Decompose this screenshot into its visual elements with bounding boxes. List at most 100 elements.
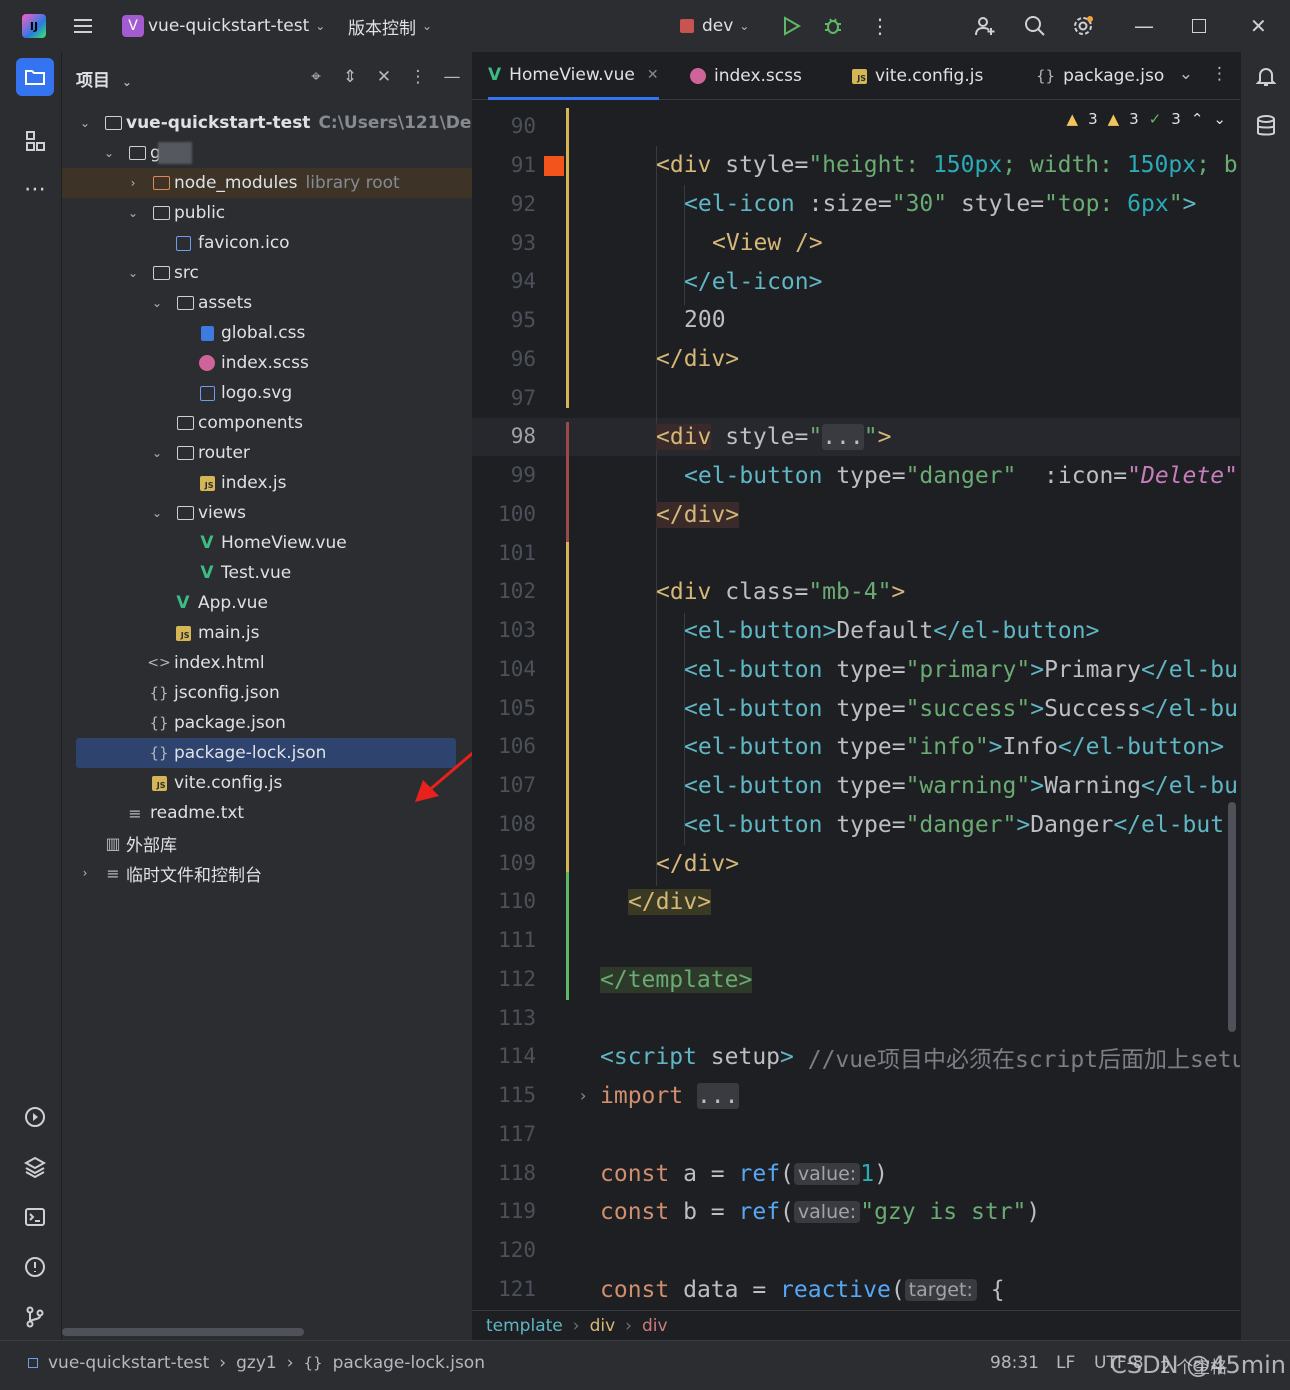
project-panel-title[interactable]: 项目 ⌄ <box>76 66 132 91</box>
structure-tool-button[interactable] <box>16 122 54 160</box>
layers-tool-button[interactable] <box>16 1148 54 1186</box>
token: > <box>1030 773 1045 799</box>
database-button[interactable] <box>1254 114 1278 142</box>
tree-item-main-js[interactable]: JS main.js <box>62 618 472 648</box>
chevron-right-icon: › <box>286 1353 294 1373</box>
tree-item-router-index-js[interactable]: JS index.js <box>62 468 472 498</box>
locate-icon[interactable]: ⌖ <box>306 64 326 90</box>
breadcrumb-item[interactable]: div <box>590 1316 616 1336</box>
tab-index-scss[interactable]: index.scss <box>690 52 802 100</box>
tree-item-logo-svg[interactable]: logo.svg <box>62 378 472 408</box>
tree-item-homeview-vue[interactable]: V HomeView.vue <box>62 528 472 558</box>
tree-item-package-lock-json[interactable]: {} package-lock.json <box>76 738 456 768</box>
tree-item-assets[interactable]: ⌄ assets <box>62 288 472 318</box>
close-window-button[interactable]: ✕ <box>1250 0 1267 52</box>
chevron-down-icon[interactable]: ⌄ <box>1179 64 1193 84</box>
vertical-scrollbar[interactable] <box>1228 802 1236 1032</box>
search-button[interactable] <box>1024 0 1046 52</box>
tree-item-index-scss[interactable]: index.scss <box>62 348 472 378</box>
project-panel: 项目 ⌄ ⌖ ⇕ ✕ ⋮ — ⌄ vue-quickstart-test C:\U… <box>62 52 543 1340</box>
vcs-menu[interactable]: 版本控制 ⌄ <box>348 0 432 52</box>
settings-button[interactable] <box>1072 0 1094 52</box>
more-tools-icon[interactable]: ⋯ <box>16 170 54 208</box>
collapse-all-icon[interactable]: ✕ <box>374 64 394 90</box>
play-icon <box>784 16 802 36</box>
tab-homeview-vue[interactable]: V HomeView.vue ✕ <box>488 52 659 100</box>
token: > <box>1030 657 1045 683</box>
line-number: 118 <box>498 1161 536 1185</box>
breadcrumb-item[interactable]: template <box>486 1316 563 1336</box>
breadcrumb-item[interactable]: div <box>642 1316 668 1336</box>
tree-item-scratches[interactable]: › ≡ 临时文件和控制台 <box>62 858 472 888</box>
maximize-button[interactable] <box>1192 0 1206 52</box>
tree-item-node-modules[interactable]: › node_modules library root <box>62 168 472 198</box>
tab-label: index.scss <box>714 66 802 86</box>
chevron-down-icon[interactable]: ⌄ <box>78 116 92 130</box>
terminal-tool-button[interactable] <box>16 1198 54 1236</box>
tab-package-json[interactable]: {} package.jso <box>1036 52 1164 100</box>
token: "danger" <box>905 812 1017 838</box>
tree-item-favicon[interactable]: favicon.ico <box>62 228 472 258</box>
tab-vite-config-js[interactable]: JS vite.config.js <box>852 52 983 100</box>
tree-item-root[interactable]: ⌄ vue-quickstart-test C:\Users\121\Deskto… <box>62 108 525 138</box>
run-button[interactable] <box>780 0 802 52</box>
status-path-item[interactable]: package-lock.json <box>333 1353 485 1373</box>
code-line-100: </div> <box>656 496 740 534</box>
token: "mb-4" <box>808 579 892 605</box>
status-path-item[interactable]: vue-quickstart-test <box>48 1353 209 1373</box>
tree-item-views[interactable]: ⌄ views <box>62 498 472 528</box>
app-logo-icon[interactable]: IJ <box>22 0 46 52</box>
problems-tool-button[interactable] <box>16 1248 54 1286</box>
main-menu-icon[interactable] <box>72 0 94 52</box>
code-area[interactable]: <div style= "height: 150px; width: 150px;… <box>600 108 1240 1308</box>
chevron-right-icon[interactable]: › <box>78 866 92 880</box>
run-config-selector[interactable]: dev ⌄ <box>680 0 749 52</box>
chevron-right-icon[interactable]: › <box>126 176 140 190</box>
tree-item-g[interactable]: ⌄ g <box>62 138 472 168</box>
project-tool-button[interactable] <box>16 58 54 96</box>
expand-all-icon[interactable]: ⇕ <box>340 64 360 90</box>
html-file-icon: <> <box>147 655 171 671</box>
add-user-button[interactable] <box>974 0 996 52</box>
caret-position[interactable]: 98:31 <box>990 1353 1039 1373</box>
tree-item-label: src <box>174 263 199 283</box>
tree-item-test-vue[interactable]: V Test.vue <box>62 558 472 588</box>
hide-panel-icon[interactable]: — <box>442 64 462 90</box>
code-line-119: const b = ref(value: "gzy is str") <box>600 1193 1040 1231</box>
chevron-down-icon[interactable]: ⌄ <box>150 506 164 520</box>
options-icon[interactable]: ⋮ <box>408 64 428 90</box>
services-tool-button[interactable] <box>16 1098 54 1136</box>
notifications-button[interactable] <box>1254 64 1278 92</box>
project-switcher[interactable]: V vue-quickstart-test ⌄ <box>122 0 325 52</box>
line-separator[interactable]: LF <box>1056 1353 1075 1373</box>
horizontal-scrollbar[interactable] <box>62 1328 304 1336</box>
tree-item-index-html[interactable]: <> index.html <box>62 648 472 678</box>
tree-item-router[interactable]: ⌄ router <box>62 438 472 468</box>
fold-chevron-icon[interactable]: › <box>580 1086 586 1105</box>
bug-icon <box>825 18 841 34</box>
more-tabs-icon[interactable]: ⋮ <box>1211 64 1228 84</box>
tree-item-external-libraries[interactable]: ▥ 外部库 <box>62 828 472 858</box>
chevron-down-icon[interactable]: ⌄ <box>150 296 164 310</box>
minimize-button[interactable]: — <box>1134 0 1154 52</box>
tree-item-app-vue[interactable]: V App.vue <box>62 588 472 618</box>
debug-button[interactable] <box>822 0 844 52</box>
tree-item-global-css[interactable]: global.css <box>62 318 472 348</box>
folded-region[interactable]: ... <box>696 1083 739 1109</box>
chevron-down-icon[interactable]: ⌄ <box>102 146 116 160</box>
project-panel-toolbar: ⌖ ⇕ ✕ ⋮ — <box>306 64 462 90</box>
git-tool-button[interactable] <box>16 1298 54 1336</box>
close-icon[interactable]: ✕ <box>647 67 659 83</box>
line-number: 120 <box>498 1238 536 1262</box>
chevron-down-icon[interactable]: ⌄ <box>150 446 164 460</box>
chevron-down-icon[interactable]: ⌄ <box>126 206 140 220</box>
more-actions-icon[interactable]: ⋮ <box>870 0 890 52</box>
folded-region[interactable]: ... <box>822 424 864 450</box>
color-preview-swatch[interactable] <box>544 156 564 176</box>
tree-item-public[interactable]: ⌄ public <box>62 198 472 228</box>
chevron-down-icon[interactable]: ⌄ <box>126 266 140 280</box>
tree-item-label: readme.txt <box>150 803 245 823</box>
tree-item-src[interactable]: ⌄ src <box>62 258 472 288</box>
tree-item-components[interactable]: components <box>62 408 472 438</box>
status-path-item[interactable]: gzy1 <box>236 1353 277 1373</box>
